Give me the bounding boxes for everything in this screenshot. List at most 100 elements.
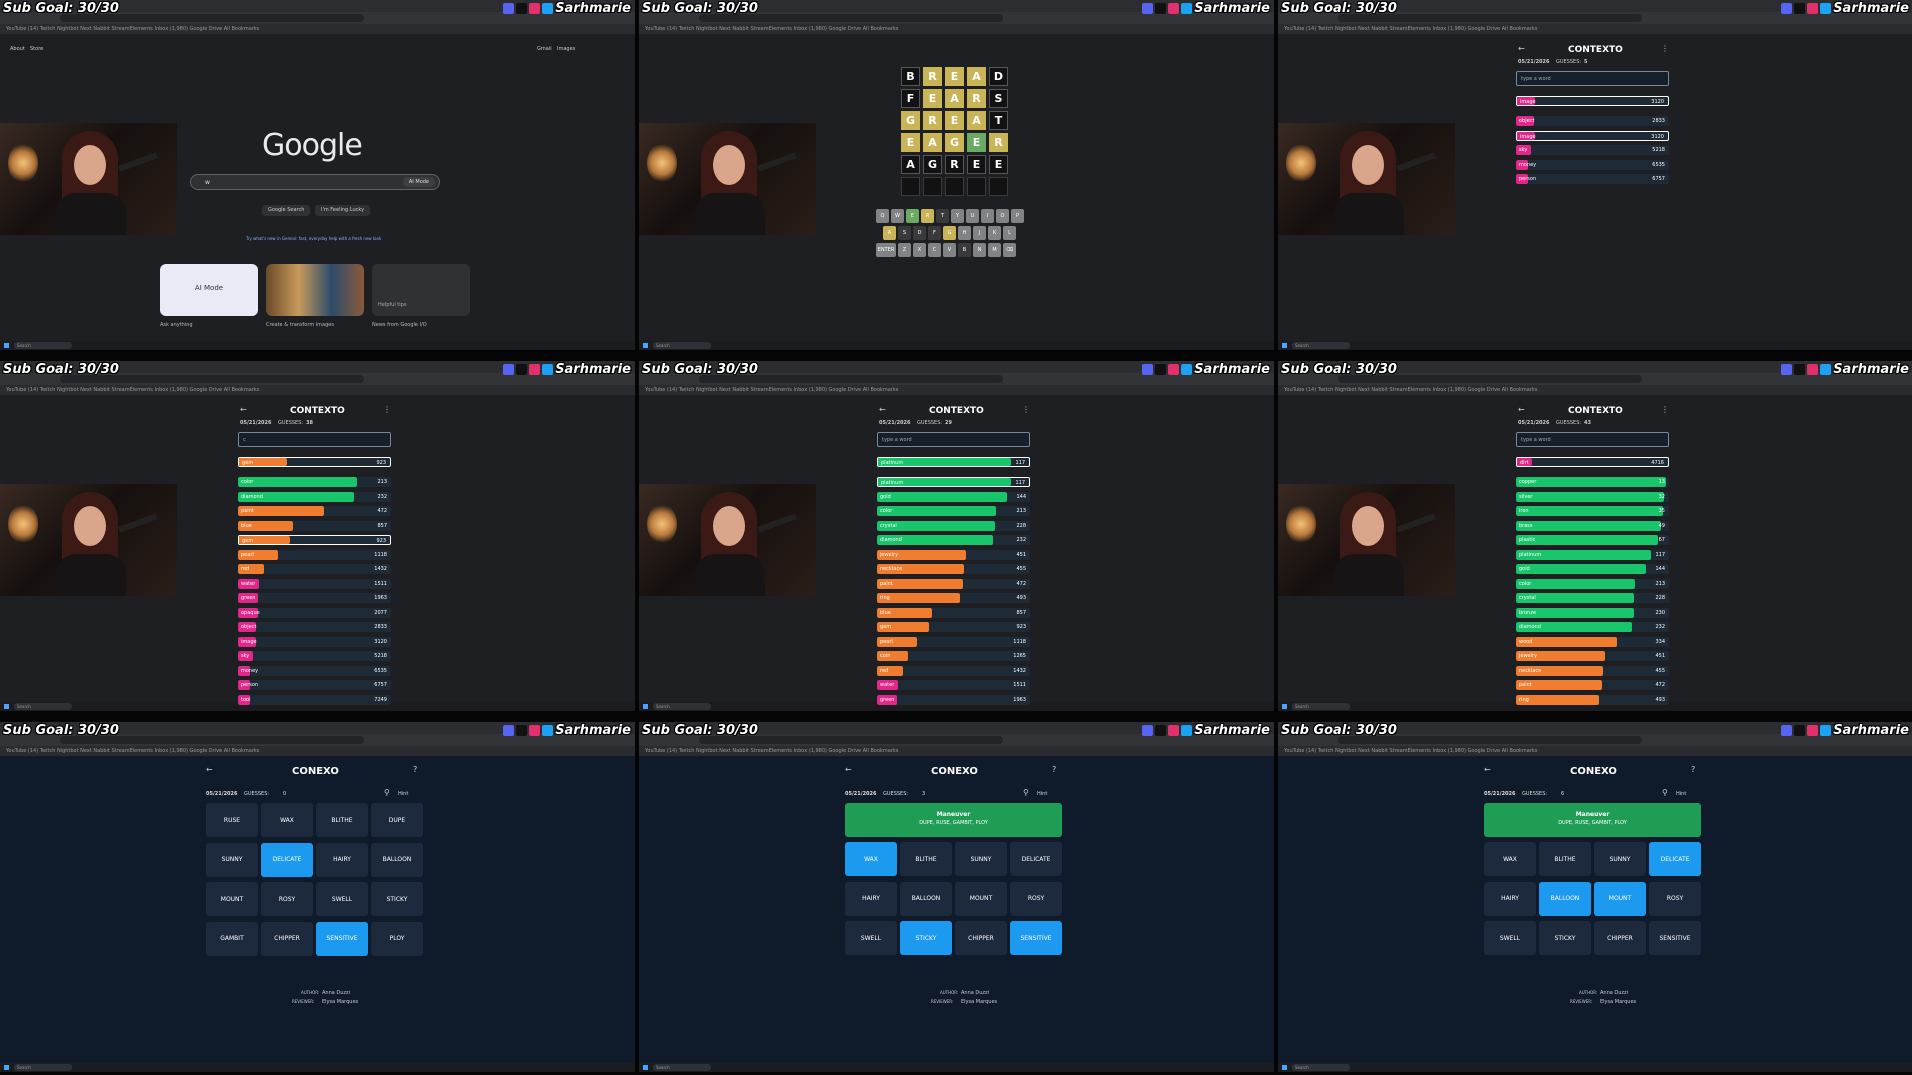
google-card[interactable]	[266, 264, 364, 316]
windows-start-icon[interactable]	[4, 343, 9, 348]
word-tile[interactable]: ROSY	[1649, 881, 1701, 916]
word-tile[interactable]: SUNNY	[206, 842, 258, 877]
word-tile[interactable]: MOUNT	[955, 881, 1007, 916]
menu-icon[interactable]: ⋮	[1022, 405, 1030, 414]
word-tile[interactable]: SWELL	[316, 882, 368, 916]
back-arrow-icon[interactable]: ←	[1518, 44, 1525, 53]
location-pin-icon[interactable]: ⚲	[1023, 788, 1029, 797]
word-tile[interactable]: CHIPPER	[955, 921, 1007, 955]
google-top-link[interactable]: About	[10, 46, 25, 52]
key-v[interactable]: V	[943, 243, 956, 257]
key-d[interactable]: D	[913, 226, 926, 240]
key-s[interactable]: S	[898, 226, 911, 240]
back-arrow-icon[interactable]: ←	[206, 765, 213, 774]
word-tile[interactable]: WAX	[845, 842, 897, 876]
word-tile[interactable]: BLITHE	[316, 803, 368, 837]
key-z[interactable]: Z	[898, 243, 911, 257]
bookmarks-bar[interactable]: YouTube (14) Twitch Nightbot Next Nabbit…	[1278, 24, 1912, 34]
google-top-link[interactable]: Gmail	[537, 46, 552, 52]
key-p[interactable]: P	[1011, 209, 1024, 223]
windows-start-icon[interactable]	[1282, 704, 1287, 709]
key-m[interactable]: M	[988, 243, 1001, 257]
taskbar-search[interactable]: Search	[1292, 342, 1350, 349]
word-tile[interactable]: STICKY	[1539, 921, 1591, 955]
key-backspace[interactable]: ⌫	[1003, 243, 1016, 257]
windows-start-icon[interactable]	[1282, 1065, 1287, 1070]
bookmarks-bar[interactable]: YouTube (14) Twitch Nightbot Next Nabbit…	[639, 746, 1274, 756]
word-tile[interactable]: SENSITIVE	[1649, 921, 1701, 955]
taskbar-search[interactable]: Search	[1292, 1064, 1350, 1071]
location-pin-icon[interactable]: ⚲	[1662, 788, 1668, 797]
word-input[interactable]: type a word	[1516, 432, 1669, 447]
word-tile[interactable]: PLOY	[371, 921, 423, 956]
google-card[interactable]: Helpful tips	[372, 264, 470, 316]
key-g[interactable]: G	[943, 226, 956, 240]
word-tile[interactable]: SUNNY	[955, 842, 1007, 876]
word-tile[interactable]: CHIPPER	[261, 921, 313, 956]
bookmarks-bar[interactable]: YouTube (14) Twitch Nightbot Next Nabbit…	[0, 385, 635, 395]
word-tile[interactable]: SENSITIVE	[1010, 921, 1062, 955]
word-tile[interactable]: GAMBIT	[206, 921, 258, 956]
bookmarks-bar[interactable]: YouTube (14) Twitch Nightbot Next Nabbit…	[1278, 385, 1912, 395]
key-l[interactable]: L	[1003, 226, 1016, 240]
word-tile[interactable]: DELICATE	[261, 842, 313, 877]
word-tile[interactable]: DELICATE	[1649, 842, 1701, 876]
word-tile[interactable]: WAX	[261, 803, 313, 837]
word-tile[interactable]: HAIRY	[1484, 881, 1536, 916]
word-tile[interactable]: RUSE	[206, 803, 258, 837]
key-r[interactable]: R	[921, 209, 934, 223]
windows-start-icon[interactable]	[1282, 343, 1287, 348]
windows-start-icon[interactable]	[4, 1065, 9, 1070]
word-tile[interactable]: HAIRY	[845, 881, 897, 916]
key-j[interactable]: J	[973, 226, 986, 240]
windows-start-icon[interactable]	[4, 704, 9, 709]
windows-start-icon[interactable]	[643, 343, 648, 348]
word-tile[interactable]: ROSY	[1010, 881, 1062, 916]
feeling-lucky-button[interactable]: I'm Feeling Lucky	[315, 205, 371, 216]
taskbar-search[interactable]: Search	[14, 1064, 72, 1071]
word-tile[interactable]: BLITHE	[1539, 842, 1591, 876]
word-tile[interactable]: HAIRY	[316, 842, 368, 877]
taskbar-search[interactable]: Search	[653, 342, 711, 349]
key-enter[interactable]: ENTER	[876, 243, 896, 257]
word-tile[interactable]: CHIPPER	[1594, 921, 1646, 955]
key-k[interactable]: K	[988, 226, 1001, 240]
key-y[interactable]: Y	[951, 209, 964, 223]
word-tile[interactable]: SENSITIVE	[316, 921, 368, 956]
location-pin-icon[interactable]: ⚲	[384, 788, 390, 797]
hint-button[interactable]: Hint	[1676, 791, 1686, 797]
key-w[interactable]: W	[891, 209, 904, 223]
word-tile[interactable]: DUPE	[371, 803, 423, 837]
help-icon[interactable]: ?	[413, 765, 417, 774]
help-icon[interactable]: ?	[1691, 765, 1695, 774]
back-arrow-icon[interactable]: ←	[879, 405, 886, 414]
back-arrow-icon[interactable]: ←	[845, 765, 852, 774]
word-tile[interactable]: SUNNY	[1594, 842, 1646, 876]
word-tile[interactable]: BALLOON	[1539, 881, 1591, 916]
taskbar-search[interactable]: Search	[14, 703, 72, 710]
taskbar-search[interactable]: Search	[14, 342, 72, 349]
key-q[interactable]: Q	[876, 209, 889, 223]
word-tile[interactable]: DELICATE	[1010, 842, 1062, 876]
menu-icon[interactable]: ⋮	[383, 405, 391, 414]
key-c[interactable]: C	[928, 243, 941, 257]
back-arrow-icon[interactable]: ←	[1518, 405, 1525, 414]
key-u[interactable]: U	[966, 209, 979, 223]
word-input[interactable]: c	[238, 432, 391, 447]
word-tile[interactable]: BALLOON	[900, 881, 952, 916]
ai-mode-button[interactable]: AI Mode	[402, 177, 435, 187]
menu-icon[interactable]: ⋮	[1661, 44, 1669, 53]
taskbar-search[interactable]: Search	[653, 1064, 711, 1071]
word-tile[interactable]: BALLOON	[371, 842, 423, 877]
key-i[interactable]: I	[981, 209, 994, 223]
key-f[interactable]: F	[928, 226, 941, 240]
word-tile[interactable]: STICKY	[900, 921, 952, 955]
bookmarks-bar[interactable]: YouTube (14) Twitch Nightbot Next Nabbit…	[0, 24, 635, 34]
key-n[interactable]: N	[973, 243, 986, 257]
help-icon[interactable]: ?	[1052, 765, 1056, 774]
back-arrow-icon[interactable]: ←	[240, 405, 247, 414]
google-top-link[interactable]: Images	[557, 46, 575, 52]
key-e[interactable]: E	[906, 209, 919, 223]
word-tile[interactable]: SWELL	[845, 921, 897, 955]
gemini-tip-link[interactable]: Try what's new in Gemini: fast, everyday…	[246, 236, 381, 241]
